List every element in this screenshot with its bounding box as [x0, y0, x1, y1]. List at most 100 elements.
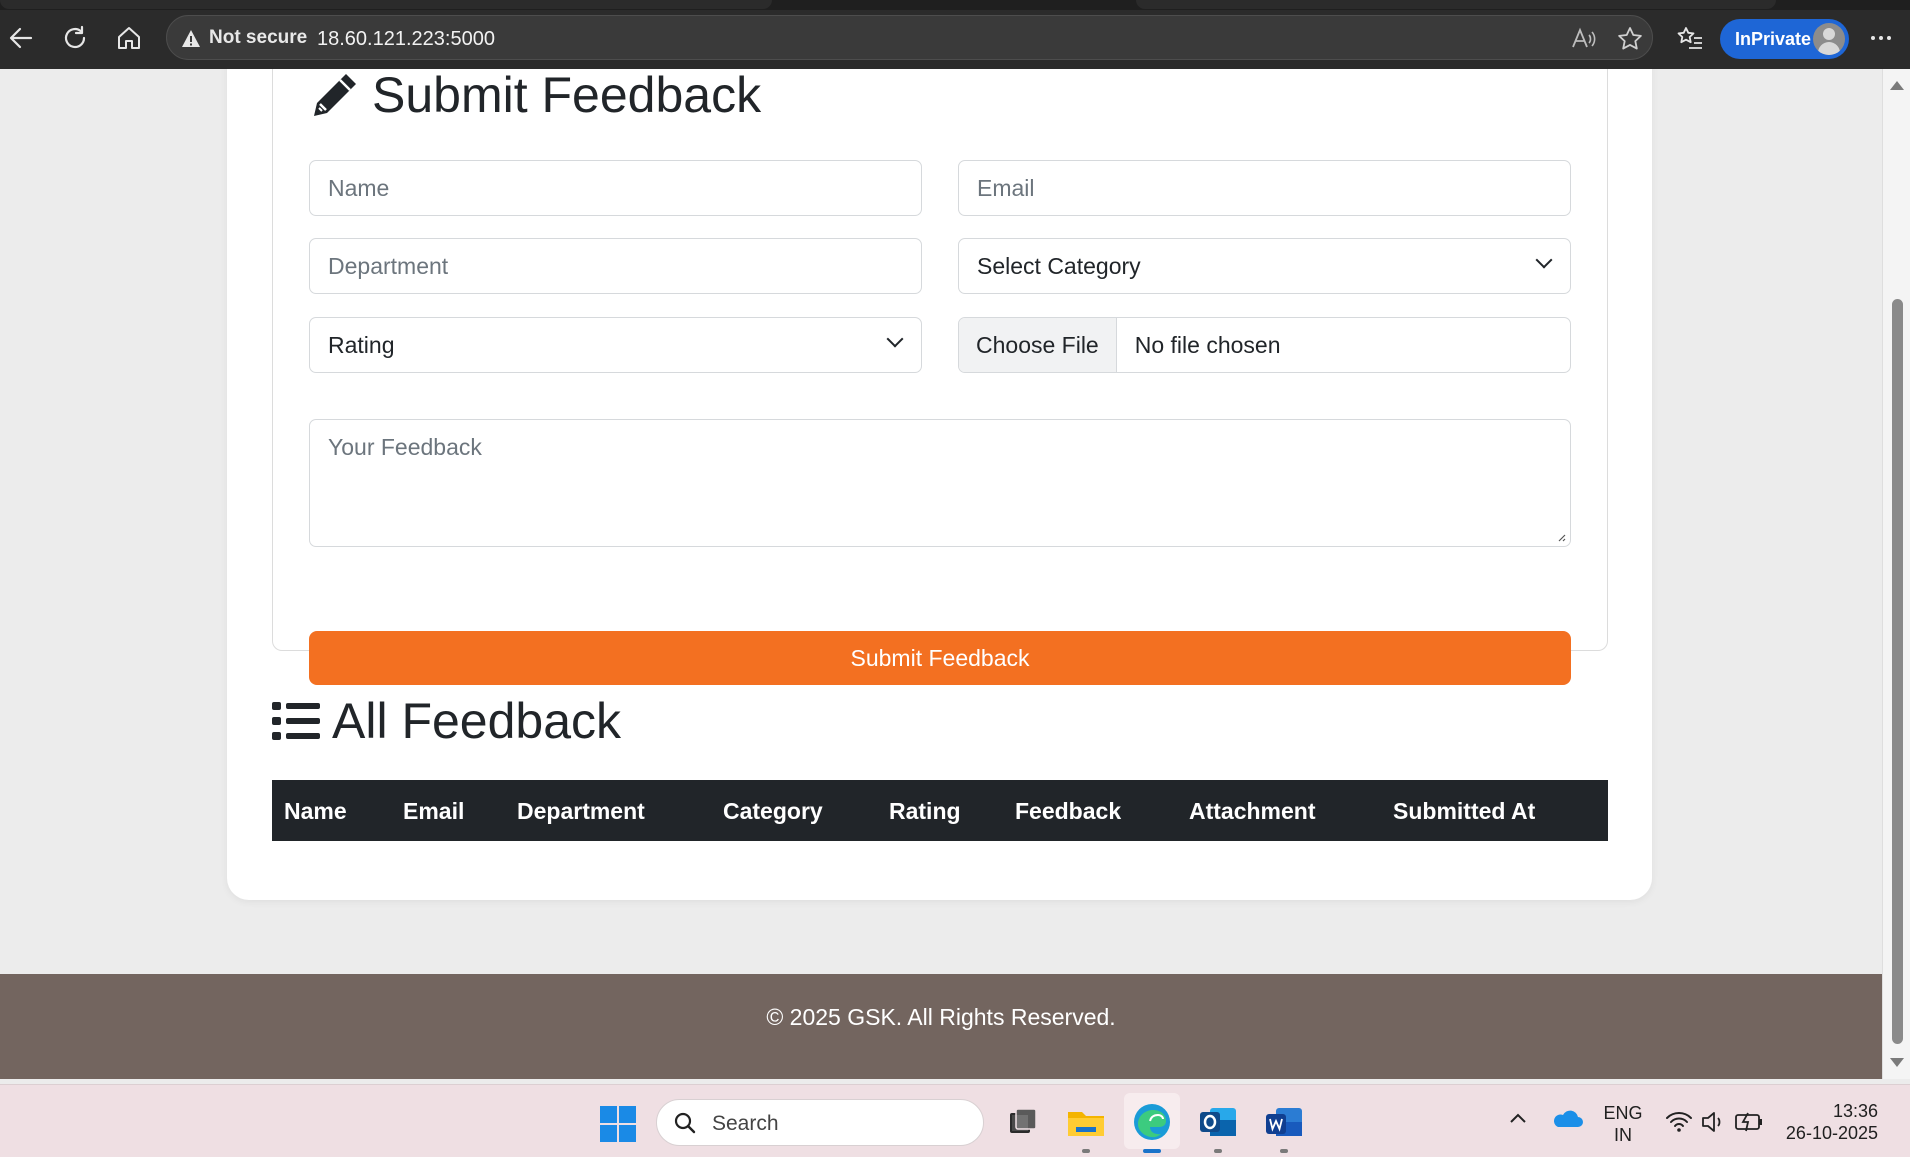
read-aloud-button[interactable]	[1569, 25, 1597, 53]
back-arrow-icon	[9, 27, 33, 49]
browser-tab[interactable]	[0, 0, 772, 9]
chevron-up-icon	[1510, 1113, 1526, 1123]
language-region: IN	[1614, 1125, 1632, 1145]
scrollbar-thumb[interactable]	[1892, 299, 1903, 1044]
tray-overflow-button[interactable]	[1504, 1105, 1532, 1133]
edge-browser-icon[interactable]	[1130, 1100, 1174, 1153]
outlook-icon[interactable]	[1196, 1100, 1240, 1153]
language-indicator[interactable]: ENG IN	[1600, 1102, 1646, 1146]
more-dots-icon	[1871, 36, 1891, 40]
column-header-attachment[interactable]: Attachment	[1189, 798, 1316, 825]
speaker-icon	[1702, 1112, 1721, 1132]
inprivate-profile-button[interactable]: InPrivate	[1720, 19, 1849, 59]
department-field[interactable]: Department	[309, 238, 922, 294]
scroll-up-arrow-icon[interactable]	[1890, 81, 1904, 90]
taskbar-search[interactable]: Search	[656, 1099, 984, 1146]
refresh-button[interactable]	[57, 20, 93, 56]
page-scrollbar[interactable]	[1882, 69, 1910, 1079]
chevron-down-icon	[1535, 251, 1553, 269]
feedback-textarea[interactable]: Your Feedback	[309, 419, 1571, 547]
main-card: Submit Feedback Name Email Department Se…	[227, 69, 1652, 900]
running-indicator	[1214, 1149, 1222, 1153]
task-view-glyph-icon	[1010, 1108, 1037, 1133]
security-label: Not secure	[209, 27, 308, 48]
search-icon	[674, 1112, 696, 1134]
wifi-icon[interactable]	[1664, 1107, 1694, 1137]
category-select-value: Select Category	[977, 253, 1141, 279]
favorite-star-button[interactable]	[1616, 25, 1644, 53]
feedback-list-title: All Feedback	[332, 693, 622, 749]
back-button[interactable]	[3, 20, 39, 56]
column-header-email[interactable]: Email	[403, 798, 464, 825]
column-header-category[interactable]: Category	[723, 798, 823, 825]
active-indicator	[1143, 1149, 1161, 1153]
taskbar-search-label: Search	[712, 1112, 779, 1135]
file-status: No file chosen	[1134, 332, 1281, 358]
cloud-icon	[1554, 1110, 1583, 1127]
folder-icon	[1068, 1112, 1104, 1136]
read-aloud-icon	[1572, 27, 1596, 48]
name-placeholder: Name	[328, 175, 390, 201]
home-icon	[118, 27, 140, 49]
name-field[interactable]: Name	[309, 160, 922, 216]
column-header-name[interactable]: Name	[284, 798, 347, 825]
word-logo-icon	[1266, 1108, 1302, 1136]
column-header-rating[interactable]: Rating	[889, 798, 961, 825]
onedrive-icon[interactable]	[1550, 1103, 1584, 1137]
column-header-feedback[interactable]: Feedback	[1015, 798, 1121, 825]
form-title: Submit Feedback	[372, 69, 762, 123]
running-indicator	[1280, 1149, 1288, 1153]
url-text[interactable]: 18.60.121.223:5000	[317, 28, 495, 51]
chevron-down-icon	[886, 330, 904, 348]
column-header-department[interactable]: Department	[517, 798, 645, 825]
clock[interactable]: 13:36 26-10-2025	[1782, 1100, 1878, 1144]
submit-feedback-button[interactable]: Submit Feedback	[309, 631, 1571, 685]
file-explorer-icon[interactable]	[1064, 1100, 1108, 1153]
file-input[interactable]: Choose File No file chosen	[958, 317, 1571, 373]
feedback-table-header: Name Email Department Category Rating Fe…	[272, 780, 1608, 841]
email-field[interactable]: Email	[958, 160, 1571, 216]
rating-select[interactable]: Rating	[309, 317, 922, 373]
edge-logo-icon	[1134, 1104, 1170, 1140]
feedback-placeholder: Your Feedback	[328, 434, 482, 460]
inprivate-label: InPrivate	[1735, 29, 1812, 49]
language-code: ENG	[1603, 1103, 1643, 1123]
favorites-button[interactable]	[1672, 20, 1708, 56]
address-bar[interactable]: Not secure 18.60.121.223:5000	[166, 15, 1653, 60]
wifi-glyph-icon	[1666, 1112, 1692, 1132]
task-view-icon[interactable]	[1000, 1100, 1044, 1144]
tab-strip	[0, 0, 1910, 10]
category-select[interactable]: Select Category	[958, 238, 1571, 294]
site-security-indicator[interactable]: Not secure	[181, 27, 307, 49]
scroll-down-arrow-icon[interactable]	[1890, 1058, 1904, 1067]
volume-icon[interactable]	[1698, 1107, 1728, 1137]
windows-taskbar: Search ENG IN 13:36 26-10-2025	[0, 1084, 1910, 1157]
feedback-form-card: Submit Feedback Name Email Department Se…	[272, 69, 1608, 685]
column-header-submitted-at[interactable]: Submitted At	[1393, 798, 1535, 825]
rating-select-value: Rating	[328, 332, 395, 358]
page-footer: © 2025 GSK. All Rights Reserved.	[0, 974, 1882, 1079]
page-viewport: Submit Feedback Name Email Department Se…	[0, 69, 1882, 1079]
email-placeholder: Email	[977, 175, 1035, 201]
running-indicator	[1082, 1149, 1090, 1153]
clock-date: 26-10-2025	[1785, 1123, 1878, 1143]
avatar	[1813, 23, 1845, 55]
copyright-text: © 2025 GSK. All Rights Reserved.	[766, 1004, 1116, 1030]
home-button[interactable]	[111, 20, 147, 56]
pencil-icon	[314, 74, 356, 116]
browser-toolbar: Not secure 18.60.121.223:5000 InPrivate	[0, 0, 1910, 69]
choose-file-button[interactable]: Choose File	[959, 318, 1117, 372]
refresh-icon	[64, 25, 86, 49]
warning-triangle-icon	[182, 29, 200, 47]
more-menu-button[interactable]	[1863, 20, 1899, 56]
department-placeholder: Department	[328, 253, 449, 279]
battery-charging-icon	[1735, 1112, 1762, 1132]
resize-grip-icon[interactable]	[1556, 532, 1566, 542]
battery-icon[interactable]	[1733, 1107, 1765, 1137]
feedback-list-heading: All Feedback	[272, 692, 621, 750]
browser-tab[interactable]	[1136, 0, 1776, 9]
word-icon[interactable]	[1262, 1100, 1306, 1153]
windows-start-icon[interactable]	[600, 1106, 636, 1142]
outlook-logo-icon	[1200, 1108, 1236, 1136]
list-icon	[272, 702, 320, 740]
